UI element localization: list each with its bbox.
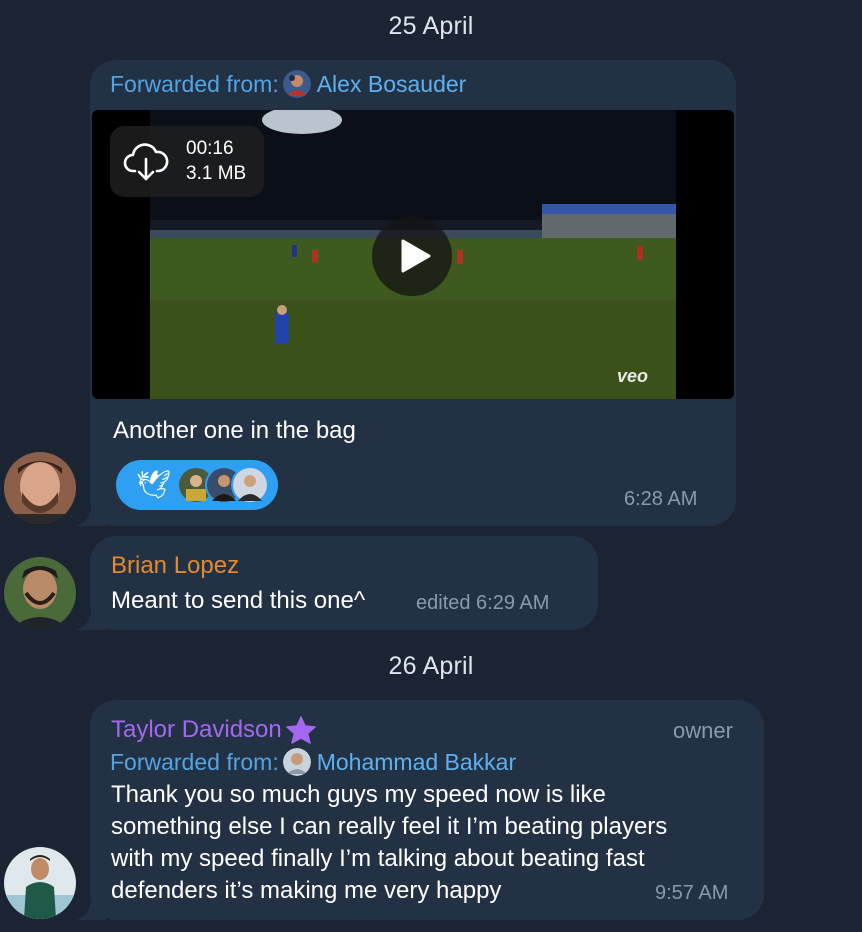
play-button[interactable] (372, 216, 452, 296)
star-icon (286, 716, 316, 744)
sender-name[interactable]: Taylor Davidson (111, 716, 282, 744)
avatar[interactable] (4, 452, 76, 524)
bubble-tail (76, 898, 106, 920)
forwarded-name[interactable]: Alex Bosauder (317, 71, 467, 98)
message-line: something else I can really feel it I’m … (111, 813, 668, 840)
reactor-avatars (177, 466, 269, 504)
date-separator: 25 April (388, 12, 474, 40)
bubble-tail (76, 608, 106, 630)
forwarded-label: Forwarded from: (110, 748, 279, 775)
video-size: 3.1 MB (186, 163, 247, 184)
sender-name[interactable]: Brian Lopez (111, 552, 239, 580)
download-chip[interactable]: 00:16 3.1 MB (110, 126, 264, 197)
forwarded-from[interactable]: Forwarded from: Alex Bosauder (110, 70, 466, 98)
sender-name-row[interactable]: Taylor Davidson (111, 716, 316, 744)
message-line: defenders it’s making me very happy (111, 877, 502, 904)
dove-reaction-icon: 🕊 (136, 468, 172, 501)
message-line: with my speed finally I’m talking about … (111, 845, 645, 872)
date-separator: 26 April (388, 652, 474, 680)
message-text: Thank you so much guys my speed now is l… (111, 779, 667, 907)
video-watermark: veo (617, 366, 648, 386)
cloud-download-icon[interactable] (123, 141, 169, 183)
message-time: 6:28 AM (624, 488, 698, 510)
video-duration: 00:16 (186, 138, 234, 159)
role-badge: owner (673, 718, 733, 743)
avatar[interactable] (4, 557, 76, 629)
avatar[interactable] (4, 847, 76, 919)
message-text: Meant to send this one^ (111, 587, 366, 614)
message-text: Another one in the bag (113, 417, 356, 444)
play-icon (401, 239, 431, 273)
forwarded-label: Forwarded from: (110, 70, 279, 97)
forwarded-avatar (282, 748, 311, 776)
message-line: Thank you so much guys my speed now is l… (111, 781, 606, 808)
message-time: edited 6:29 AM (416, 592, 550, 614)
forwarded-from[interactable]: Forwarded from: Mohammad Bakkar (110, 748, 516, 776)
forwarded-avatar (282, 70, 311, 98)
reaction-pill[interactable]: 🕊 (116, 460, 278, 510)
message-time: 9:57 AM (655, 882, 729, 904)
bubble-tail (76, 504, 106, 526)
forwarded-name[interactable]: Mohammad Bakkar (317, 749, 516, 776)
